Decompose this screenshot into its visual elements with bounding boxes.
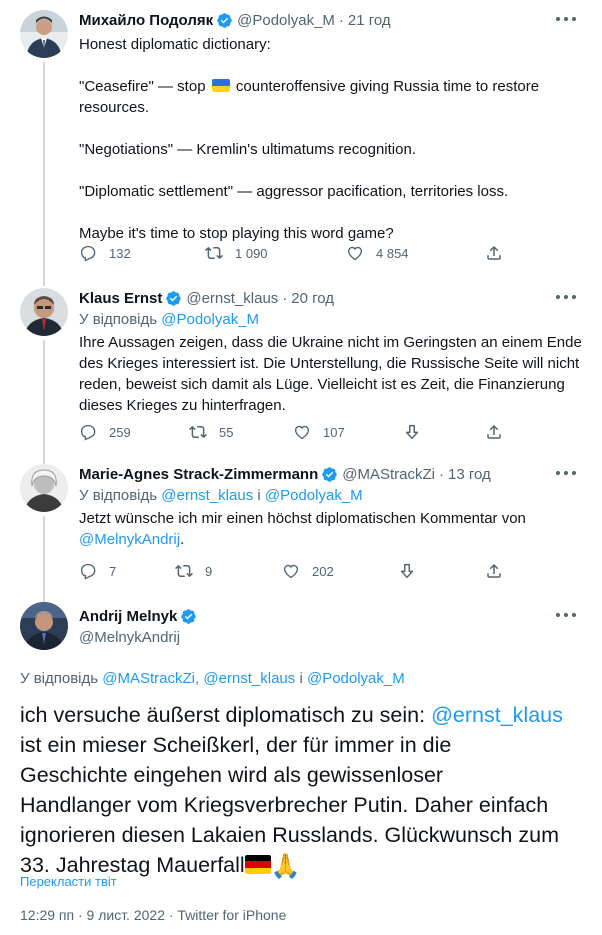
mention-link[interactable]: @ernst_klaus xyxy=(161,487,253,504)
avatar[interactable] xyxy=(20,10,68,58)
translate-link[interactable]: Перекласти твіт xyxy=(20,874,117,889)
like-icon xyxy=(282,562,300,580)
author-handle[interactable]: @Podolyak_M xyxy=(237,12,335,29)
tweet-text: ich versuche äußerst diplomatisch zu sei… xyxy=(20,703,563,880)
tweet-header: Andrij Melnyk xyxy=(79,606,586,626)
like-button[interactable]: 202 xyxy=(282,562,334,580)
tweet-strack-zimmermann[interactable]: Marie-Agnes Strack-Zimmermann @MAStrackZ… xyxy=(0,454,602,594)
share-button[interactable] xyxy=(485,244,503,262)
retweet-button[interactable]: 1 090 xyxy=(205,244,268,262)
thread-line xyxy=(43,62,45,276)
downvote-button[interactable] xyxy=(398,562,416,580)
reply-icon xyxy=(79,423,97,441)
reply-context: У відповідь @Podolyak_M xyxy=(79,311,260,328)
downvote-icon xyxy=(398,562,416,580)
tweet-header: Marie-Agnes Strack-Zimmermann @MAStrackZ… xyxy=(79,465,491,483)
tweet-text: Honest diplomatic dictionary: "Ceasefire… xyxy=(79,36,540,242)
reply-button[interactable]: 132 xyxy=(79,244,131,262)
thread-line xyxy=(43,276,45,286)
more-icon[interactable] xyxy=(556,608,576,622)
avatar[interactable] xyxy=(20,464,68,512)
like-icon xyxy=(346,244,364,262)
more-icon[interactable] xyxy=(556,466,576,480)
verified-icon xyxy=(180,608,197,625)
like-button[interactable]: 107 xyxy=(293,423,345,441)
verified-icon xyxy=(165,290,182,307)
reply-icon xyxy=(79,244,97,262)
retweet-button[interactable]: 9 xyxy=(175,562,212,580)
mention-link[interactable]: @ernst_klaus xyxy=(203,670,295,687)
tweet-actions: 132 1 090 4 854 xyxy=(79,244,602,264)
tweet-header: Михайло Подоляк @Podolyak_M · 21 год xyxy=(79,11,391,29)
more-icon[interactable] xyxy=(556,12,576,26)
author-name[interactable]: Михайло Подоляк xyxy=(79,12,213,29)
tweet-podolyak[interactable]: Михайло Подоляк @Podolyak_M · 21 год Hon… xyxy=(0,0,602,276)
retweet-icon xyxy=(205,244,223,262)
downvote-button[interactable] xyxy=(403,423,421,441)
share-button[interactable] xyxy=(485,562,503,580)
mention-link[interactable]: @MelnykAndrij xyxy=(79,531,180,548)
tweet-text: Ihre Aussagen zeigen, dass die Ukraine n… xyxy=(79,334,582,414)
tweet-time[interactable]: 13 год xyxy=(448,466,491,483)
author-name[interactable]: Klaus Ernst xyxy=(79,290,162,307)
share-button[interactable] xyxy=(485,423,503,441)
avatar[interactable] xyxy=(20,602,68,650)
reply-context: У відповідь @MAStrackZi, @ernst_klaus і … xyxy=(20,670,405,687)
mention-link[interactable]: @ernst_klaus xyxy=(431,703,563,727)
share-icon xyxy=(485,562,503,580)
thread-line xyxy=(43,454,45,464)
tweet-time[interactable]: 20 год xyxy=(291,290,334,307)
mention-link[interactable]: @Podolyak_M xyxy=(307,670,405,687)
retweet-icon xyxy=(175,562,193,580)
verified-icon xyxy=(321,466,338,483)
downvote-icon xyxy=(403,423,421,441)
ua-flag-icon xyxy=(211,79,230,92)
share-icon xyxy=(485,423,503,441)
author-handle[interactable]: @MelnykAndrij xyxy=(79,628,586,648)
retweet-icon xyxy=(189,423,207,441)
author-handle[interactable]: @ernst_klaus xyxy=(186,290,278,307)
avatar[interactable] xyxy=(20,288,68,336)
tweet-actions: 259 55 107 xyxy=(79,423,602,443)
share-icon xyxy=(485,244,503,262)
mention-link[interactable]: @Podolyak_M xyxy=(265,487,363,504)
tweet-ernst[interactable]: Klaus Ernst @ernst_klaus · 20 год У відп… xyxy=(0,276,602,454)
reply-context: У відповідь @ernst_klaus і @Podolyak_M xyxy=(79,487,363,504)
retweet-button[interactable]: 55 xyxy=(189,423,233,441)
tweet-time[interactable]: 21 год xyxy=(348,12,391,29)
reply-button[interactable]: 7 xyxy=(79,562,116,580)
de-flag-icon xyxy=(244,855,271,874)
thread-line xyxy=(43,594,45,602)
mention-link[interactable]: @Podolyak_M xyxy=(161,311,259,328)
thread-line xyxy=(43,516,45,594)
like-icon xyxy=(293,423,311,441)
tweet-metadata[interactable]: 12:29 пп · 9 лист. 2022 · Twitter for iP… xyxy=(20,907,286,923)
author-handle[interactable]: @MAStrackZi xyxy=(342,466,435,483)
author-name[interactable]: Marie-Agnes Strack-Zimmermann xyxy=(79,466,318,483)
more-icon[interactable] xyxy=(556,290,576,304)
folded-hands-icon: 🙏 xyxy=(270,853,301,880)
tweet-header: Klaus Ernst @ernst_klaus · 20 год xyxy=(79,289,335,307)
mention-link[interactable]: @MAStrackZi, xyxy=(102,670,199,687)
verified-icon xyxy=(216,12,233,29)
tweet-actions: 7 9 202 xyxy=(79,562,602,582)
like-button[interactable]: 4 854 xyxy=(346,244,409,262)
author-name[interactable]: Andrij Melnyk xyxy=(79,608,177,625)
thread-line xyxy=(43,340,45,454)
tweet-text: Jetzt wünsche ich mir einen höchst diplo… xyxy=(79,510,526,548)
reply-icon xyxy=(79,562,97,580)
reply-button[interactable]: 259 xyxy=(79,423,131,441)
